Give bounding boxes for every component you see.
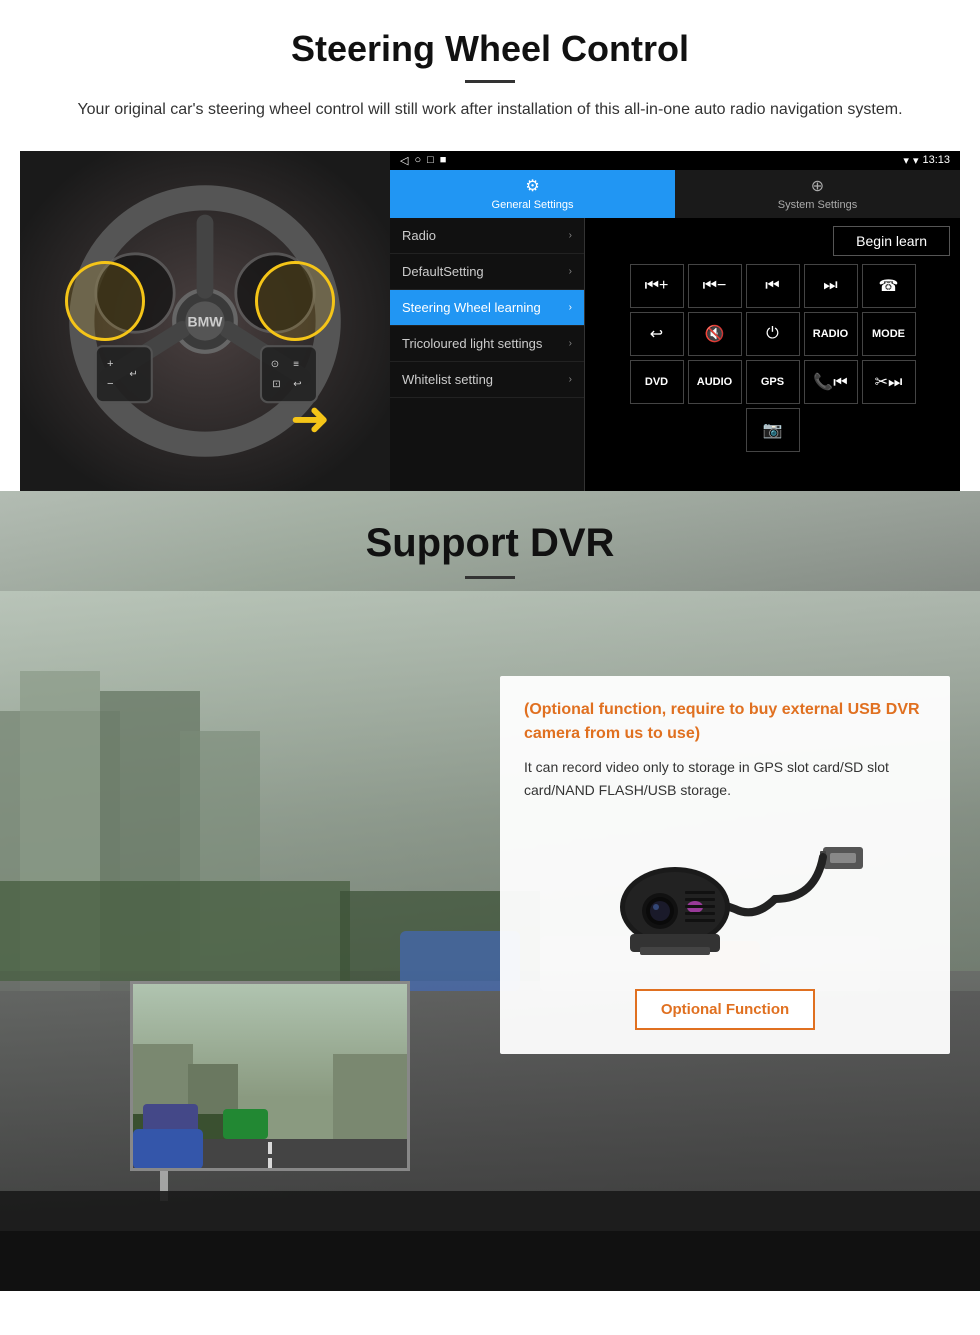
begin-learn-button[interactable]: Begin learn [833, 226, 950, 256]
svg-text:≡: ≡ [293, 359, 299, 370]
section-subtitle: Your original car's steering wheel contr… [60, 97, 920, 123]
chevron-right-icon: › [569, 302, 572, 313]
control-buttons-area: Begin learn ⏮+ ⏮− ⏮ ⏭ ☎ ↩ 🔇 ⏻ [585, 218, 960, 491]
chevron-right-icon: › [569, 338, 572, 349]
tab-system-label: System Settings [778, 199, 857, 211]
call-prev-btn[interactable]: 📞⏮ [804, 360, 858, 404]
vol-plus-btn[interactable]: ⏮+ [630, 264, 684, 308]
back-nav-icon[interactable]: ◁ [400, 154, 408, 167]
svg-text:−: − [107, 377, 114, 389]
steering-section: Steering Wheel Control Your original car… [0, 0, 980, 491]
dvr-thumbnail-scene [133, 984, 410, 1171]
dvr-title-divider [465, 576, 515, 579]
gear-icon: ⚙ [525, 176, 539, 196]
dvr-preview-thumbnail [130, 981, 410, 1171]
menu-item-default[interactable]: DefaultSetting › [390, 254, 584, 290]
phone-btn[interactable]: ☎ [862, 264, 916, 308]
menu-item-steering-wheel[interactable]: Steering Wheel learning › [390, 290, 584, 326]
chevron-right-icon: › [569, 374, 572, 385]
yellow-arrow: ➜ [290, 391, 370, 451]
home-nav-icon[interactable]: ○ [414, 154, 421, 167]
right-control-highlight [255, 261, 335, 341]
dvd-btn[interactable]: DVD [630, 360, 684, 404]
android-panel: ◁ ○ □ ■ ▾ ▾ 13:13 ⚙ General Settings ⊕ S… [390, 151, 960, 491]
steering-panel: BMW + − ↵ ⊙ ≡ ⊡ ↩ [20, 151, 960, 491]
ctrl-btn-row-3: DVD AUDIO GPS 📞⏮ ✂⏭ [591, 360, 954, 404]
status-wifi-icon: ▾ [913, 154, 919, 167]
prev-btn[interactable]: ⏮ [746, 264, 800, 308]
gps-btn[interactable]: GPS [746, 360, 800, 404]
dvr-title-area: Support DVR [0, 491, 980, 589]
optional-function-button[interactable]: Optional Function [635, 989, 815, 1030]
mute-btn[interactable]: 🔇 [688, 312, 742, 356]
menu-whitelist-label: Whitelist setting [402, 372, 493, 387]
menu-default-label: DefaultSetting [402, 264, 484, 279]
ctrl-btn-row-2: ↩ 🔇 ⏻ RADIO MODE [591, 312, 954, 356]
title-divider [465, 80, 515, 83]
begin-learn-row: Begin learn [591, 224, 954, 260]
radio-btn[interactable]: RADIO [804, 312, 858, 356]
menu-radio-label: Radio [402, 228, 436, 243]
statusbar-nav-icons: ◁ ○ □ ■ [400, 154, 446, 167]
status-time: 13:13 [922, 154, 950, 166]
dvr-camera-svg [575, 819, 875, 969]
svg-text:+: + [107, 358, 114, 370]
svg-text:↵: ↵ [129, 369, 137, 380]
dvr-optional-text: (Optional function, require to buy exter… [524, 698, 926, 746]
steering-photo: BMW + − ↵ ⊙ ≡ ⊡ ↩ [20, 151, 390, 491]
menu-item-tricoloured[interactable]: Tricoloured light settings › [390, 326, 584, 362]
hangup-btn[interactable]: ↩ [630, 312, 684, 356]
steering-photo-inner: BMW + − ↵ ⊙ ≡ ⊡ ↩ [20, 151, 390, 491]
android-tabs: ⚙ General Settings ⊕ System Settings [390, 170, 960, 218]
settings-menu-list: Radio › DefaultSetting › Steering Wheel … [390, 218, 585, 491]
dvr-section: Support DVR [0, 491, 980, 1291]
tab-general-label: General Settings [492, 199, 574, 211]
chevron-right-icon: › [569, 230, 572, 241]
next-btn[interactable]: ⏭ [804, 264, 858, 308]
android-statusbar: ◁ ○ □ ■ ▾ ▾ 13:13 [390, 151, 960, 170]
audio-btn[interactable]: AUDIO [688, 360, 742, 404]
svg-text:⊡: ⊡ [272, 378, 280, 389]
menu-item-radio[interactable]: Radio › [390, 218, 584, 254]
status-signal-icon: ▾ [903, 154, 909, 167]
ctrl-btn-row-4: 📷 [591, 408, 954, 452]
svg-text:↩: ↩ [293, 378, 301, 389]
steering-title-area: Steering Wheel Control Your original car… [0, 0, 980, 151]
recents-nav-icon[interactable]: □ [427, 154, 434, 167]
chevron-right-icon: › [569, 266, 572, 277]
screen-record-icon[interactable]: ■ [440, 154, 447, 167]
mode-btn[interactable]: MODE [862, 312, 916, 356]
ctrl-btn-row-1: ⏮+ ⏮− ⏮ ⏭ ☎ [591, 264, 954, 308]
dvr-desc-text: It can record video only to storage in G… [524, 756, 926, 804]
vol-minus-btn[interactable]: ⏮− [688, 264, 742, 308]
page-title: Steering Wheel Control [40, 28, 940, 70]
tab-general-settings[interactable]: ⚙ General Settings [390, 170, 675, 218]
dvr-camera-illustration [524, 819, 926, 969]
system-icon: ⊕ [811, 176, 824, 196]
svg-text:BMW: BMW [188, 313, 224, 329]
android-content: Radio › DefaultSetting › Steering Wheel … [390, 218, 960, 491]
svg-text:⊙: ⊙ [271, 359, 279, 370]
power-btn[interactable]: ⏻ [746, 312, 800, 356]
cut-next-btn[interactable]: ✂⏭ [862, 360, 916, 404]
menu-tricoloured-label: Tricoloured light settings [402, 336, 542, 351]
dvr-info-box: (Optional function, require to buy exter… [500, 676, 950, 1055]
left-control-highlight [65, 261, 145, 341]
dvr-title: Support DVR [40, 521, 940, 566]
tab-system-settings[interactable]: ⊕ System Settings [675, 170, 960, 218]
menu-item-whitelist[interactable]: Whitelist setting › [390, 362, 584, 398]
camera-btn[interactable]: 📷 [746, 408, 800, 452]
menu-steering-label: Steering Wheel learning [402, 300, 541, 315]
